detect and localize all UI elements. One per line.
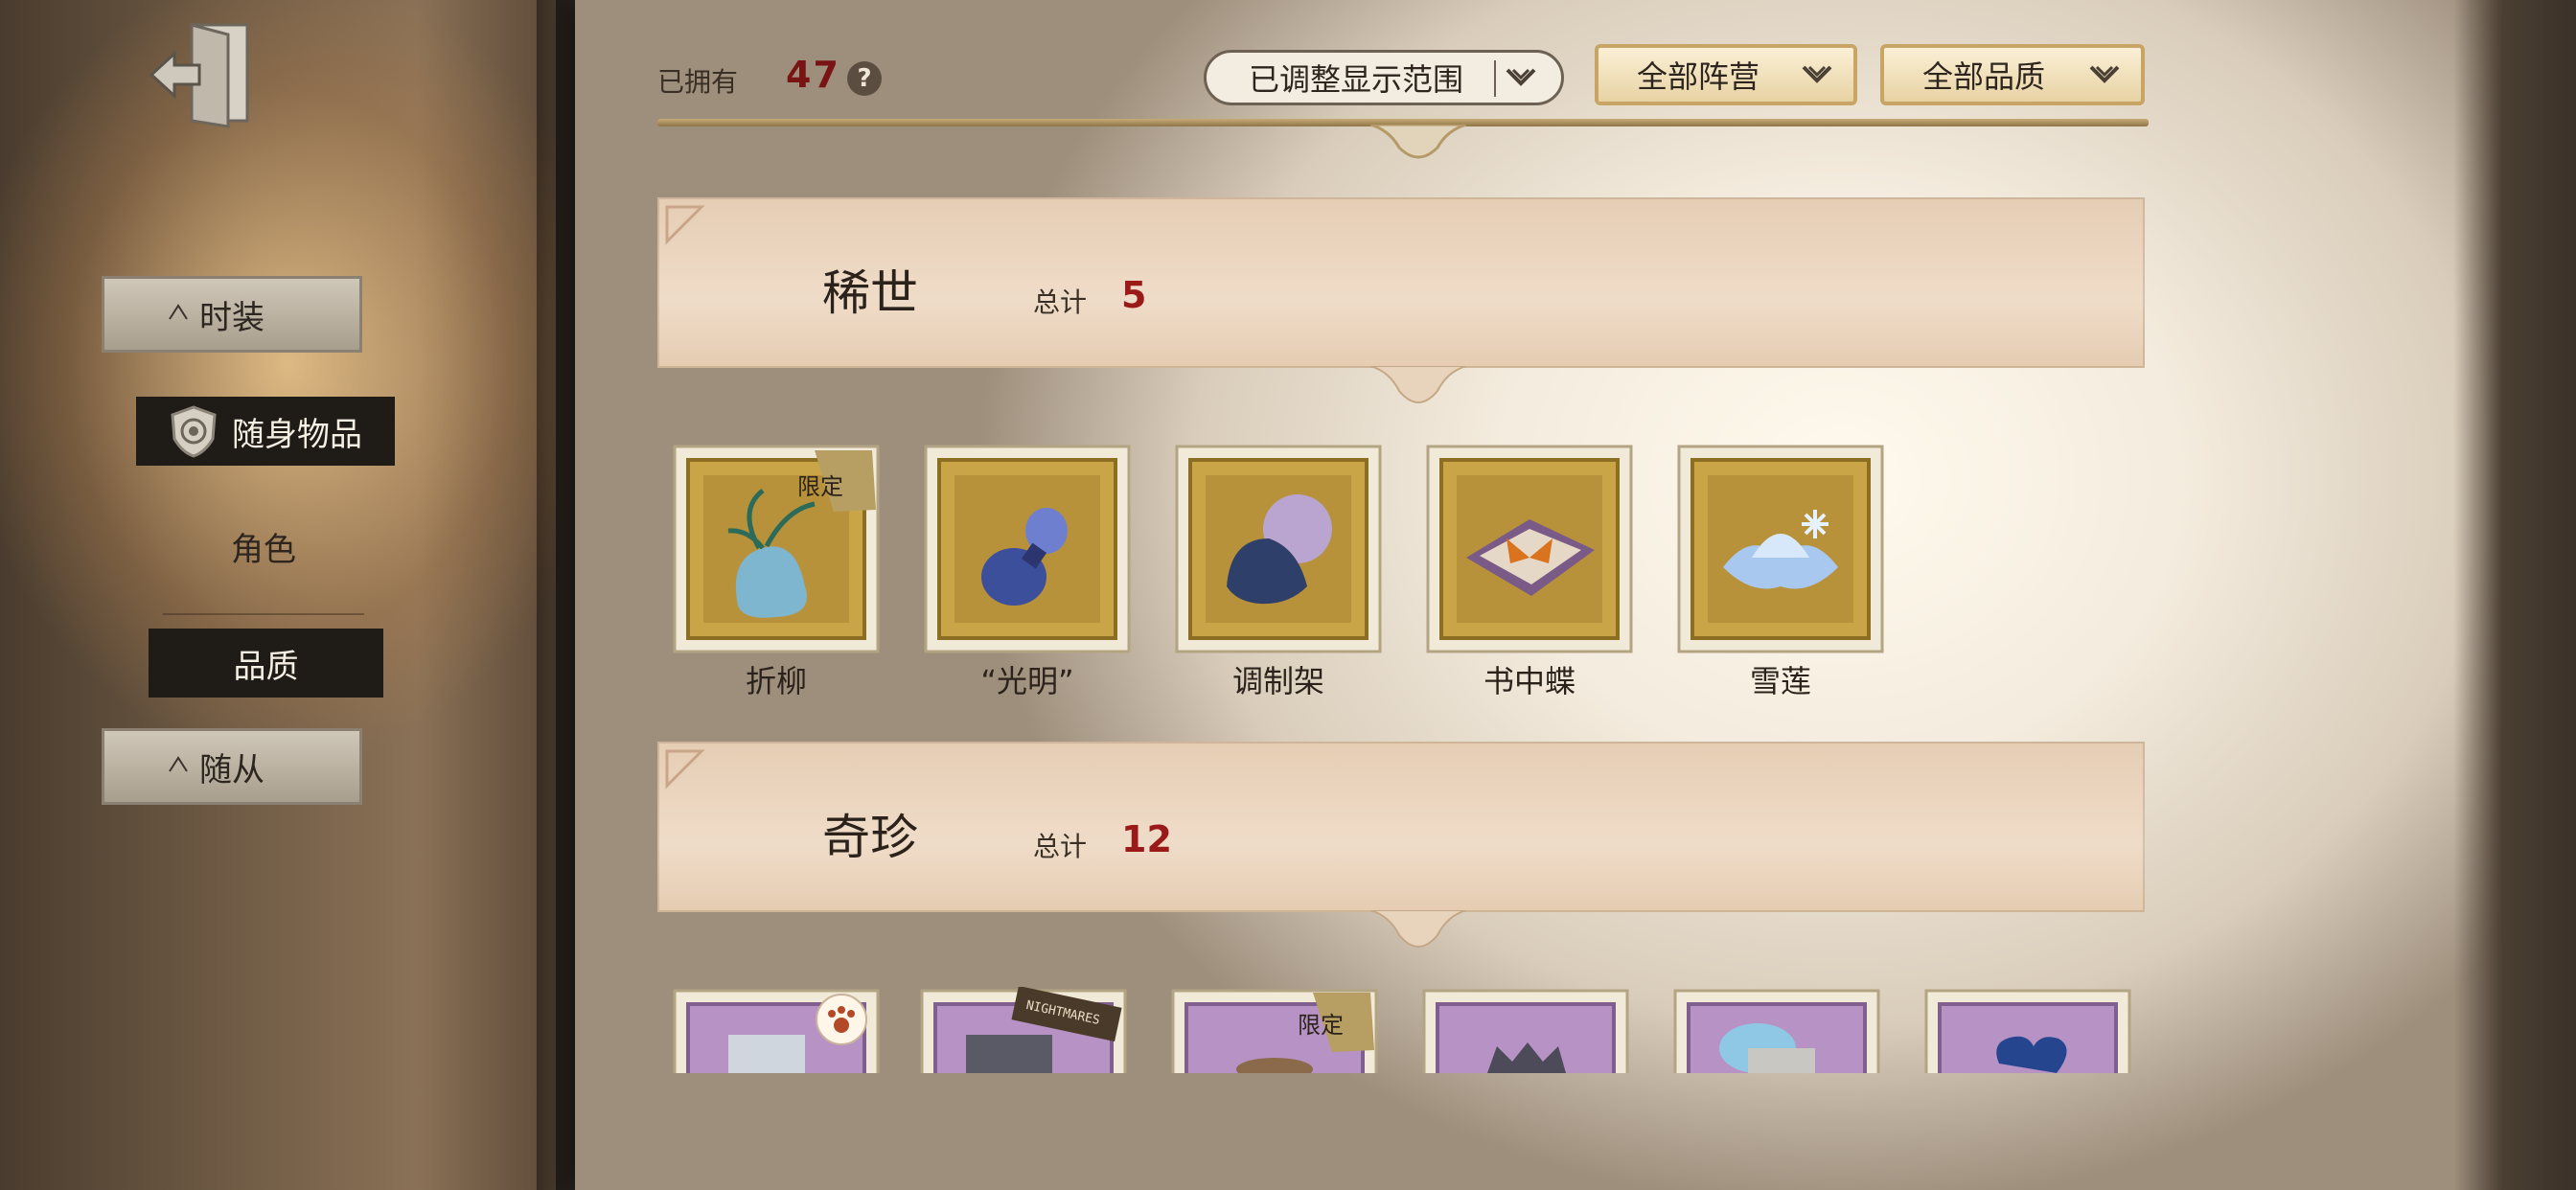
display-range-dropdown[interactable]: 已调整显示范围 (1204, 50, 1564, 105)
limited-badge: 限定 (1298, 1012, 1344, 1039)
sidebar-divider (163, 613, 364, 615)
crystal-stand-icon (1175, 445, 1382, 653)
sidebar-item-label: 品质 (233, 647, 299, 686)
nightmares-tag-icon (920, 987, 1127, 1073)
item-name: 书中蝶 (1483, 663, 1576, 699)
heart-icon (1924, 989, 2131, 1073)
crystal-icon (1673, 989, 1880, 1073)
sidebar-item-role[interactable]: 角色 (192, 517, 335, 575)
display-range-label: 已调整显示范围 (1249, 61, 1464, 98)
left-panel (0, 0, 556, 1190)
willow-vase-icon (673, 445, 880, 653)
lantern-bottle-icon (924, 445, 1131, 653)
section-total: 12 (1121, 818, 1172, 860)
section-precious: 奇珍 总计 12 (657, 742, 2145, 949)
section-title: 稀世 (822, 265, 918, 321)
sidebar-item-follower[interactable]: 随从 (102, 728, 362, 805)
item-name: “光明” (980, 663, 1074, 699)
section-total-label: 总计 (1033, 286, 1088, 318)
snow-lotus-icon (1677, 445, 1884, 653)
chevron-up-icon (169, 304, 188, 320)
trinket-icon (1171, 989, 1378, 1073)
faction-dropdown-label: 全部阵营 (1637, 58, 1760, 95)
chevron-down-icon (2089, 65, 2120, 83)
shield-emblem-icon (171, 405, 217, 458)
quality-dropdown-label: 全部品质 (1922, 58, 2046, 95)
sidebar-item-quality[interactable]: 品质 (149, 629, 383, 698)
butterfly-book-icon (1426, 445, 1633, 653)
section-title: 奇珍 (822, 810, 918, 865)
sidebar-item-carry-items[interactable]: 随身物品 (136, 397, 395, 466)
exit-door-icon[interactable] (144, 19, 259, 129)
chevron-down-icon (1802, 65, 1832, 83)
sidebar-item-fashion[interactable]: 时装 (102, 276, 362, 353)
owned-count: 47 (786, 54, 840, 96)
help-icon[interactable]: ? (847, 61, 882, 96)
chevron-down-icon (1506, 68, 1536, 86)
owned-label: 已拥有 (657, 66, 739, 98)
sidebar-item-label: 角色 (231, 530, 296, 569)
item-name: 雪莲 (1749, 663, 1811, 699)
paper-shadow (537, 0, 575, 1190)
divider-notch (1370, 366, 1466, 404)
sidebar-item-label: 时装 (199, 298, 264, 337)
chevron-up-icon (169, 756, 188, 772)
limited-badge: 限定 (797, 473, 843, 500)
crown-icon (1422, 989, 1629, 1073)
paw-sticker-icon (673, 989, 880, 1073)
sidebar-item-label: 随身物品 (232, 415, 362, 454)
dropdown-separator (1494, 60, 1496, 97)
item-name: 调制架 (1231, 663, 1324, 699)
right-edge-shadow (2453, 0, 2576, 1190)
corner-ornament-icon (665, 205, 705, 245)
section-rare: 稀世 总计 5 (657, 197, 2145, 404)
divider-notch (1370, 125, 1466, 159)
section-total-label: 总计 (1033, 831, 1088, 862)
divider-notch (1370, 910, 1466, 949)
faction-dropdown[interactable]: 全部阵营 (1595, 44, 1857, 105)
item-name: 折柳 (745, 663, 807, 699)
sidebar-item-label: 随从 (199, 750, 264, 790)
section-total: 5 (1121, 274, 1147, 316)
corner-ornament-icon (665, 749, 705, 790)
quality-dropdown[interactable]: 全部品质 (1880, 44, 2145, 105)
